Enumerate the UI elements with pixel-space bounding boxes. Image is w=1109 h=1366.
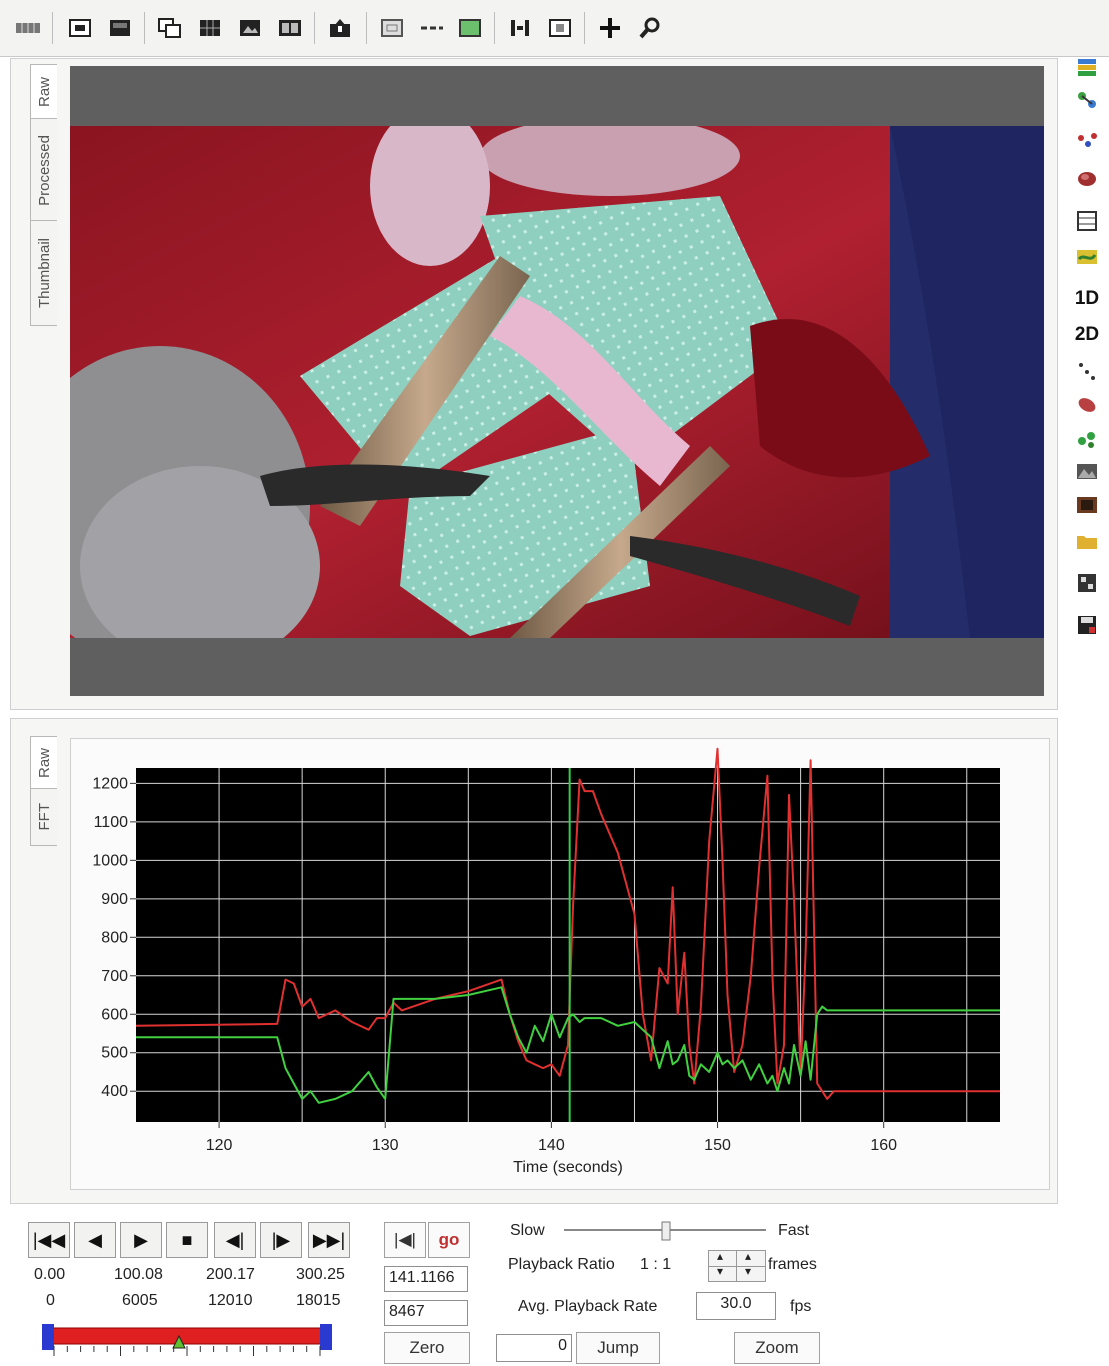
layers-icon[interactable] bbox=[1072, 52, 1102, 82]
ratio-spinner[interactable]: ▴ ▴ ▾ ▾ bbox=[708, 1249, 766, 1282]
split-icon[interactable] bbox=[506, 14, 534, 42]
prev-frame-button[interactable]: ◀| bbox=[214, 1222, 256, 1258]
tab-thumbnail[interactable]: Thumbnail bbox=[30, 220, 57, 326]
grid-4-icon[interactable] bbox=[196, 14, 224, 42]
frame-label-3: 18015 bbox=[296, 1292, 341, 1309]
playback-ratio-value: 1 : 1 bbox=[640, 1256, 672, 1273]
fps-label: fps bbox=[790, 1298, 812, 1315]
rect-select-icon[interactable] bbox=[378, 14, 406, 42]
y-tick-label: 400 bbox=[101, 1083, 128, 1100]
first-frame-button[interactable]: |◀◀ bbox=[28, 1222, 70, 1258]
speed-slider[interactable] bbox=[560, 1220, 770, 1244]
ratio-down-icon[interactable]: ▾ bbox=[717, 1264, 723, 1278]
y-tick-label: 600 bbox=[101, 1006, 128, 1023]
table-icon[interactable] bbox=[1072, 206, 1102, 236]
y-tick-label: 900 bbox=[101, 891, 128, 908]
zero-button[interactable]: Zero bbox=[384, 1332, 470, 1364]
step-back-button[interactable]: ◀ bbox=[74, 1222, 116, 1258]
speed-thumb[interactable] bbox=[661, 1221, 671, 1241]
rate-field[interactable]: 30.0 bbox=[696, 1292, 776, 1320]
last-frame-button[interactable]: ▶▶| bbox=[308, 1222, 350, 1258]
avg-rate-label: Avg. Playback Rate bbox=[518, 1298, 658, 1315]
dual-frame-icon[interactable] bbox=[276, 14, 304, 42]
time-label-3: 300.25 bbox=[296, 1266, 345, 1283]
range-end-handle[interactable] bbox=[320, 1324, 332, 1350]
timeline-track bbox=[49, 1327, 331, 1345]
y-tick-label: 1100 bbox=[94, 814, 129, 831]
go-icon[interactable]: go bbox=[428, 1222, 470, 1258]
time-label-0: 0.00 bbox=[34, 1266, 66, 1283]
video-viewport bbox=[70, 66, 1044, 696]
surgical-video-frame bbox=[70, 66, 1044, 696]
label-2d[interactable]: 2D bbox=[1072, 320, 1102, 350]
x-tick-label: 130 bbox=[372, 1137, 399, 1154]
tab-raw-video[interactable]: Raw bbox=[30, 64, 57, 120]
x-tick-label: 150 bbox=[704, 1137, 731, 1154]
screen-icon[interactable] bbox=[106, 14, 134, 42]
landscape-icon[interactable] bbox=[1072, 456, 1102, 486]
y-tick-label: 700 bbox=[101, 968, 128, 985]
label-1d[interactable]: 1D bbox=[1072, 284, 1102, 314]
range-start-handle[interactable] bbox=[42, 1324, 54, 1350]
x-tick-label: 160 bbox=[870, 1137, 897, 1154]
timeline-slider[interactable] bbox=[40, 1318, 340, 1360]
time-field[interactable]: 141.1166 bbox=[384, 1266, 468, 1292]
crop-icon[interactable] bbox=[546, 14, 574, 42]
save-icon[interactable] bbox=[1072, 610, 1102, 640]
frames-label: frames bbox=[768, 1256, 817, 1273]
grid-menu-icon[interactable] bbox=[14, 14, 42, 42]
jump-field[interactable]: 0 bbox=[496, 1334, 572, 1362]
time-label-1: 100.08 bbox=[114, 1266, 163, 1283]
play-button[interactable]: ▶ bbox=[120, 1222, 162, 1258]
dots-chart-icon[interactable] bbox=[1072, 126, 1102, 156]
blob-icon[interactable] bbox=[1072, 164, 1102, 194]
image-frame-icon[interactable] bbox=[236, 14, 264, 42]
slow-label: Slow bbox=[510, 1222, 545, 1239]
scatter-icon[interactable] bbox=[1072, 356, 1102, 386]
fast-label: Fast bbox=[778, 1222, 810, 1239]
line-chart: 400 500 600 700 800 900 1000 1100 1200 120 130 140 1… bbox=[92, 747, 1000, 1176]
folder-icon[interactable] bbox=[1072, 526, 1102, 556]
plot-background bbox=[136, 768, 1000, 1122]
frame-label-2: 12010 bbox=[208, 1292, 253, 1309]
x-tick-label: 120 bbox=[206, 1137, 233, 1154]
export-grid-icon[interactable] bbox=[1072, 568, 1102, 598]
x-tick-label: 140 bbox=[538, 1137, 565, 1154]
frame-label-0: 0 bbox=[46, 1292, 55, 1309]
y-tick-label: 500 bbox=[101, 1045, 128, 1062]
frame-field[interactable]: 8467 bbox=[384, 1300, 468, 1326]
green-rect-icon[interactable] bbox=[456, 14, 484, 42]
next-frame-button[interactable]: |▶ bbox=[260, 1222, 302, 1258]
jump-button[interactable]: Jump bbox=[576, 1332, 660, 1364]
map-icon[interactable] bbox=[1072, 242, 1102, 272]
playback-ratio-label: Playback Ratio bbox=[508, 1256, 615, 1273]
stop-button[interactable]: ■ bbox=[166, 1222, 208, 1258]
tab-processed[interactable]: Processed bbox=[30, 118, 57, 222]
y-tick-label: 800 bbox=[101, 929, 128, 946]
main-toolbar bbox=[0, 0, 1109, 57]
tab-raw-chart[interactable]: Raw bbox=[30, 736, 57, 790]
window-icon[interactable] bbox=[66, 14, 94, 42]
ratio-up-icon[interactable]: ▴ bbox=[717, 1249, 723, 1263]
crosshair-icon[interactable] bbox=[596, 14, 624, 42]
zoom-wand-icon[interactable] bbox=[636, 14, 664, 42]
y-tick-label: 1000 bbox=[92, 852, 128, 869]
line-tool-icon[interactable] bbox=[418, 14, 446, 42]
tile-windows-icon[interactable] bbox=[156, 14, 184, 42]
x-axis-label: Time (seconds) bbox=[513, 1159, 623, 1176]
pill-icon[interactable] bbox=[1072, 390, 1102, 420]
import-icon[interactable] bbox=[326, 14, 354, 42]
frame-label-1: 6005 bbox=[122, 1292, 158, 1309]
ratio-up-icon-2[interactable]: ▴ bbox=[745, 1249, 751, 1263]
film-icon[interactable] bbox=[1072, 490, 1102, 520]
cluster-icon[interactable] bbox=[1072, 424, 1102, 454]
time-label-2: 200.17 bbox=[206, 1266, 255, 1283]
set-range-icon[interactable]: |◀| bbox=[384, 1222, 426, 1258]
molecule-icon[interactable] bbox=[1072, 86, 1102, 116]
zoom-button[interactable]: Zoom bbox=[734, 1332, 820, 1364]
y-tick-label: 1200 bbox=[92, 775, 128, 792]
tab-fft[interactable]: FFT bbox=[30, 788, 57, 846]
ratio-down-icon-2[interactable]: ▾ bbox=[745, 1264, 751, 1278]
